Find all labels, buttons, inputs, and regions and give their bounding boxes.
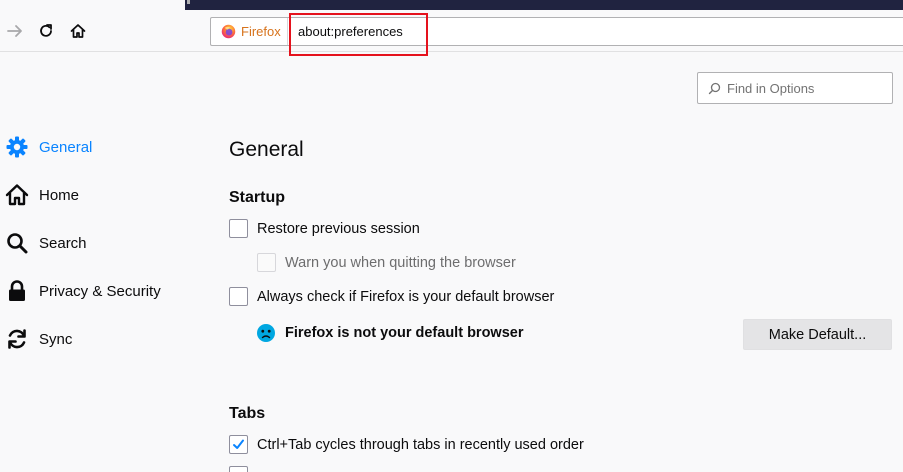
sidebar-item-label: Search [39,234,87,252]
navigation-toolbar: Firefox about:preferences [0,10,903,52]
sidebar-item-label: Privacy & Security [39,282,161,300]
find-in-options-input[interactable] [727,80,887,96]
tab-strip [185,0,903,10]
search-icon [708,82,721,94]
warn-quit-label: Warn you when quitting the browser [285,254,516,271]
url-highlight-box [289,13,428,56]
restore-session-checkbox-row[interactable]: Restore previous session [229,219,420,238]
sidebar-item-sync[interactable]: Sync [0,315,185,363]
home-button[interactable] [65,18,91,44]
lock-icon [5,279,29,303]
ctrl-tab-checkbox-row[interactable]: Ctrl+Tab cycles through tabs in recently… [229,435,584,454]
sidebar-item-label: Home [39,186,80,204]
always-check-default-checkbox[interactable] [229,287,248,306]
sidebar-item-search[interactable]: Search [0,219,185,267]
default-browser-status-text: Firefox is not your default browser [285,325,524,341]
warn-quit-checkbox [257,253,276,272]
next-checkbox[interactable] [229,466,248,472]
sidebar-item-privacy-security[interactable]: Privacy & Security [0,267,185,315]
tab-strip-marker [187,0,190,4]
make-default-button[interactable]: Make Default... [743,319,892,350]
page-title: General [229,138,304,161]
sidebar-item-label: General [39,138,93,156]
tabs-heading: Tabs [229,405,266,422]
restore-session-label: Restore previous session [257,220,420,237]
identity-box[interactable]: Firefox [211,18,288,45]
checkmark-icon [233,439,244,449]
warn-quit-checkbox-row: Warn you when quitting the browser [257,253,516,272]
identity-label: Firefox [241,24,281,39]
search-icon [5,231,29,255]
gear-icon [5,135,29,159]
always-check-default-label: Always check if Firefox is your default … [257,288,555,305]
sidebar-item-general[interactable]: General [0,123,185,171]
sidebar-item-home[interactable]: Home [0,171,185,219]
next-checkbox-row[interactable] [229,466,257,472]
home-icon [70,24,86,38]
arrow-right-icon [7,25,22,37]
home-icon [5,183,29,207]
reload-icon [40,24,52,37]
default-browser-status: Firefox is not your default browser [256,323,523,343]
sidebar-item-label: Sync [39,330,73,348]
sad-face-icon [257,324,275,342]
ctrl-tab-checkbox[interactable] [229,435,248,454]
firefox-logo-icon [221,24,236,39]
forward-button[interactable] [2,18,28,44]
always-check-default-checkbox-row[interactable]: Always check if Firefox is your default … [229,287,554,306]
reload-button[interactable] [33,18,59,44]
find-in-options-field[interactable] [697,72,893,104]
restore-session-checkbox[interactable] [229,219,248,238]
ctrl-tab-label: Ctrl+Tab cycles through tabs in recently… [257,436,584,453]
sync-icon [5,327,29,351]
startup-heading: Startup [229,189,285,206]
